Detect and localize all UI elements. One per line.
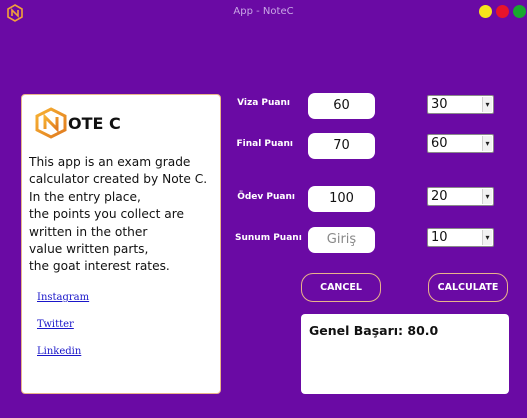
instagram-link[interactable]: Instagram <box>37 292 89 303</box>
final-percent-select[interactable]: 60 ▾ <box>427 134 494 153</box>
about-line: value written parts, <box>29 242 149 257</box>
viza-label: Viza Puanı <box>237 98 290 108</box>
result-panel: Genel Başarı: 80.0 <box>301 314 509 394</box>
viza-percent-select[interactable]: 30 ▾ <box>427 95 494 114</box>
chevron-down-icon: ▾ <box>482 189 492 204</box>
final-label: Final Puanı <box>236 139 293 149</box>
close-button[interactable] <box>496 5 509 18</box>
about-line: written in the other <box>29 224 148 239</box>
viza-input[interactable]: 60 <box>308 93 375 119</box>
window-title: App - NoteC <box>233 6 294 17</box>
chevron-down-icon: ▾ <box>482 136 492 151</box>
odev-label: Ödev Puanı <box>237 192 295 202</box>
final-percent-value: 60 <box>431 136 448 151</box>
about-text: This app is an exam grade calculator cre… <box>29 154 219 276</box>
twitter-link[interactable]: Twitter <box>37 319 74 330</box>
calculate-button[interactable]: CALCULATE <box>428 273 508 302</box>
viza-percent-value: 30 <box>431 97 448 112</box>
chevron-down-icon: ▾ <box>482 230 492 245</box>
sunum-percent-select[interactable]: 10 ▾ <box>427 228 494 247</box>
odev-percent-value: 20 <box>431 189 448 204</box>
info-card: OTE C This app is an exam grade calculat… <box>21 94 221 394</box>
odev-input[interactable]: 100 <box>308 186 375 212</box>
linkedin-link[interactable]: Linkedin <box>37 346 81 357</box>
minimize-button[interactable] <box>479 5 492 18</box>
result-text: Genel Başarı: 80.0 <box>309 323 439 338</box>
brand-name: OTE C <box>68 114 121 133</box>
about-line: This app is an exam grade <box>29 155 191 169</box>
sunum-input[interactable]: Giriş <box>308 227 375 253</box>
title-bar: App - NoteC <box>0 0 527 26</box>
sunum-percent-value: 10 <box>431 230 448 245</box>
maximize-button[interactable] <box>513 5 526 18</box>
odev-percent-select[interactable]: 20 ▾ <box>427 187 494 206</box>
sunum-label: Sunum Puanı <box>235 233 302 243</box>
about-line: calculator created by Note C. <box>29 172 208 187</box>
cancel-button[interactable]: CANCEL <box>301 273 381 302</box>
chevron-down-icon: ▾ <box>482 97 492 112</box>
about-line: In the entry place, <box>29 189 141 204</box>
final-input[interactable]: 70 <box>308 133 375 159</box>
about-line: the goat interest rates. <box>29 259 170 274</box>
note-c-logo-icon <box>35 107 67 139</box>
about-line: the points you collect are <box>29 207 184 222</box>
